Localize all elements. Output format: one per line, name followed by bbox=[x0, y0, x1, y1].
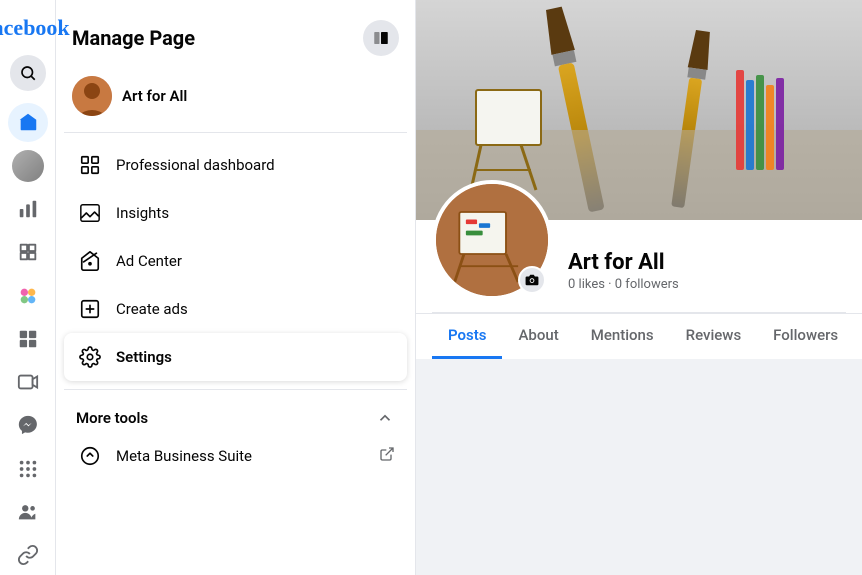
more-tools-divider bbox=[64, 389, 407, 390]
nav-home[interactable] bbox=[8, 103, 48, 142]
search-icon bbox=[19, 64, 37, 82]
marketplace-icon bbox=[17, 285, 39, 307]
settings-icon bbox=[76, 343, 104, 371]
sidebar-header: Manage Page bbox=[64, 12, 407, 68]
page-name: Art for All bbox=[122, 87, 187, 105]
nav-profile[interactable] bbox=[8, 146, 48, 185]
menu-item-professional-dashboard[interactable]: Professional dashboard bbox=[64, 141, 407, 189]
nav-pages[interactable] bbox=[8, 233, 48, 272]
search-button[interactable] bbox=[10, 55, 46, 90]
tab-mentions[interactable]: Mentions bbox=[575, 314, 670, 359]
profile-name: Art for All bbox=[568, 250, 846, 275]
more-tools-header: More tools bbox=[64, 398, 407, 432]
tab-reviews[interactable]: Reviews bbox=[670, 314, 758, 359]
facebook-logo: facebook bbox=[8, 8, 48, 47]
create-ads-icon bbox=[76, 295, 104, 323]
ads-icon bbox=[17, 328, 39, 350]
settings-label: Settings bbox=[116, 348, 172, 366]
nav-groups[interactable] bbox=[8, 492, 48, 531]
nav-video[interactable] bbox=[8, 362, 48, 401]
chevron-up-icon bbox=[375, 408, 395, 428]
menu-item-ad-center[interactable]: Ad Center bbox=[64, 237, 407, 285]
video-icon bbox=[17, 371, 39, 393]
tab-about[interactable]: About bbox=[502, 314, 574, 359]
professional-dashboard-icon bbox=[76, 151, 104, 179]
profile-avatar-small bbox=[12, 150, 44, 182]
apps-icon bbox=[17, 458, 39, 480]
menu-item-create-ads[interactable]: Create ads bbox=[64, 285, 407, 333]
camera-badge-button[interactable] bbox=[518, 266, 546, 294]
logo-text: facebook bbox=[0, 15, 70, 41]
home-icon bbox=[17, 111, 39, 133]
menu-item-insights[interactable]: Insights bbox=[64, 189, 407, 237]
sidebar: Manage Page Art for All bbox=[56, 0, 416, 575]
meta-business-suite-icon bbox=[76, 442, 104, 470]
menu-item-settings[interactable]: Settings bbox=[64, 333, 407, 381]
meta-business-suite-label: Meta Business Suite bbox=[116, 447, 252, 465]
icon-bar: facebook bbox=[0, 0, 56, 575]
profile-info: Art for All 0 likes · 0 followers bbox=[568, 250, 846, 300]
pages-icon bbox=[17, 241, 39, 263]
page-avatar bbox=[72, 76, 112, 116]
messenger-icon bbox=[17, 414, 39, 436]
profile-section: Art for All 0 likes · 0 followers bbox=[416, 220, 862, 313]
link-icon bbox=[17, 544, 39, 566]
sidebar-divider bbox=[64, 132, 407, 133]
create-ads-label: Create ads bbox=[116, 300, 188, 318]
sidebar-title: Manage Page bbox=[72, 26, 195, 50]
nav-link[interactable] bbox=[8, 536, 48, 575]
sidebar-toggle-button[interactable] bbox=[363, 20, 399, 56]
page-avatar-image bbox=[72, 76, 112, 116]
insights-label: Insights bbox=[116, 204, 169, 222]
tab-followers[interactable]: Followers bbox=[757, 314, 854, 359]
nav-ads[interactable] bbox=[8, 319, 48, 358]
nav-messenger[interactable] bbox=[8, 406, 48, 445]
external-link-icon bbox=[379, 446, 395, 466]
nav-marketplace[interactable] bbox=[8, 276, 48, 315]
profile-row: Art for All 0 likes · 0 followers bbox=[432, 220, 846, 313]
menu-item-meta-business-suite[interactable]: Meta Business Suite bbox=[64, 432, 407, 480]
groups-icon bbox=[17, 501, 39, 523]
tab-posts[interactable]: Posts bbox=[432, 314, 502, 359]
main-content: Art for All 0 likes · 0 followers Posts … bbox=[416, 0, 862, 575]
ad-center-icon bbox=[76, 247, 104, 275]
profile-stats: 0 likes · 0 followers bbox=[568, 277, 846, 292]
profile-avatar-wrap bbox=[432, 180, 552, 300]
ad-center-label: Ad Center bbox=[116, 252, 182, 270]
sidebar-toggle-icon bbox=[372, 29, 390, 47]
nav-apps[interactable] bbox=[8, 449, 48, 488]
more-tools-title: More tools bbox=[76, 409, 148, 427]
page-item[interactable]: Art for All bbox=[64, 68, 407, 124]
nav-chart[interactable] bbox=[8, 189, 48, 228]
chart-icon bbox=[17, 198, 39, 220]
insights-icon bbox=[76, 199, 104, 227]
professional-dashboard-label: Professional dashboard bbox=[116, 156, 275, 174]
camera-icon bbox=[525, 273, 539, 287]
tabs-bar: Posts About Mentions Reviews Followers bbox=[416, 313, 862, 359]
